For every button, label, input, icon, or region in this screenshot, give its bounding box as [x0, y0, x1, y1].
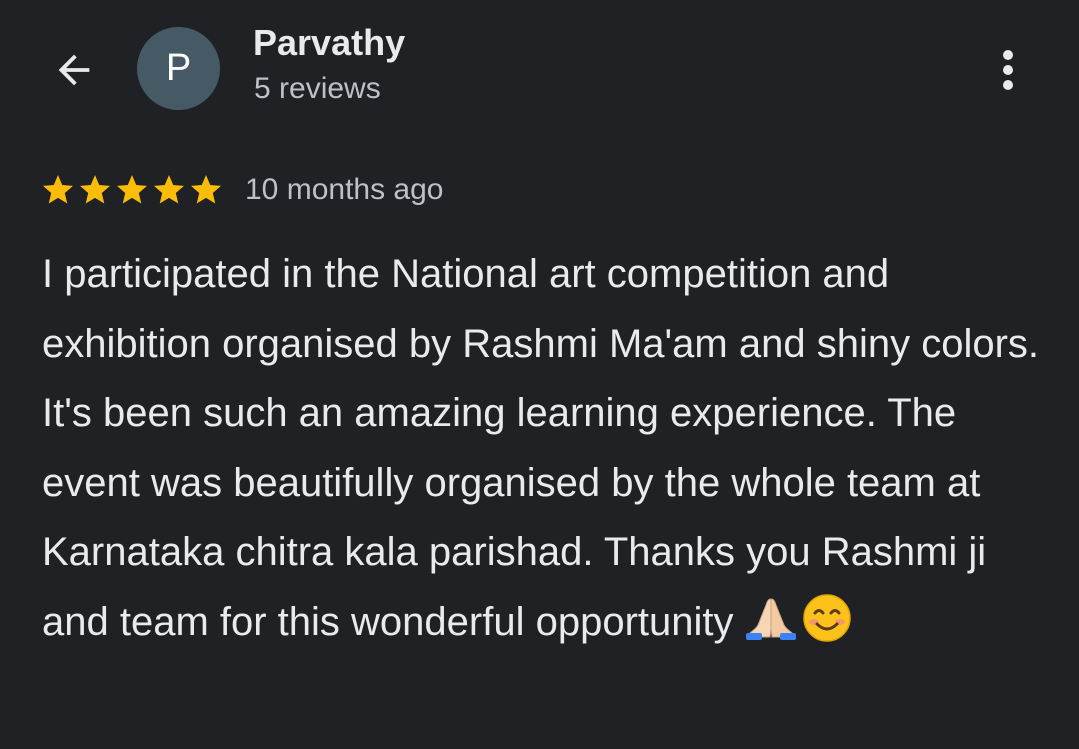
avatar-letter: P — [165, 47, 192, 89]
more-options-button[interactable] — [983, 40, 1033, 100]
star-rating — [40, 172, 224, 208]
star-icon — [191, 175, 221, 204]
star-icon — [43, 175, 73, 204]
star-icon — [154, 175, 184, 204]
review-time: 10 months ago — [245, 173, 444, 206]
avatar[interactable]: P — [137, 27, 220, 110]
rating-row: 10 months ago — [40, 170, 443, 210]
reviewer-header: P Parvathy 5 reviews — [0, 0, 1079, 140]
reviewer-name[interactable]: Parvathy — [253, 22, 405, 64]
star-icon — [117, 175, 147, 204]
review-body: I participated in the National art compe… — [42, 252, 1051, 644]
star-icon — [80, 175, 110, 204]
back-button[interactable] — [44, 40, 104, 100]
review-text: I participated in the National art compe… — [42, 240, 1052, 657]
folded-hands-emoji — [745, 597, 796, 640]
arrow-back-icon — [58, 54, 90, 86]
review-emojis — [745, 593, 852, 643]
reviewer-review-count: 5 reviews — [254, 72, 381, 105]
smiling-face-emoji — [802, 593, 851, 642]
more-vert-icon — [1003, 50, 1013, 90]
